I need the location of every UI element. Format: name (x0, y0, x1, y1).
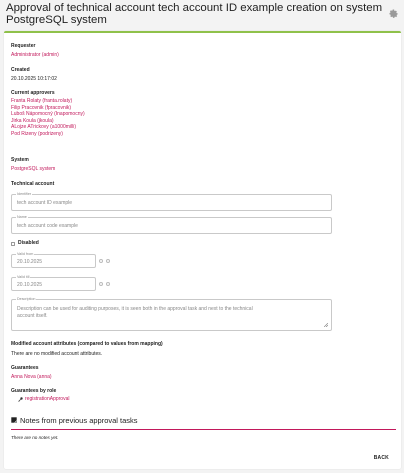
header: Approval of technical account tech accou… (0, 0, 404, 30)
guarantees-by-role-label: Guarantees by role (11, 388, 57, 394)
page-title: Approval of technical account tech accou… (6, 2, 386, 26)
valid-from-label: Valid from (16, 252, 35, 257)
page-title-line-1: Approval of technical account tech accou… (6, 2, 383, 14)
created-value: 20.10.2025 10:17:02 (11, 76, 57, 82)
approver-link[interactable]: Pod Rizeny (podrizeny) (11, 131, 85, 138)
clear-date-icon[interactable] (99, 259, 103, 263)
notes-title: Notes from previous approval tasks (20, 416, 138, 425)
approver-link[interactable]: Jirka Koula (jkoula) (11, 118, 85, 125)
back-button[interactable]: BACK (374, 455, 389, 461)
requester-label: Requester (11, 43, 36, 49)
approver-link[interactable]: Filip Pracovnik (fpracovnik) (11, 105, 85, 112)
valid-till-label: Valid till (16, 275, 31, 280)
gear-icon[interactable] (389, 9, 399, 19)
guarantee-link[interactable]: Anna Nova (anna) (11, 374, 52, 380)
created-label: Created (11, 67, 30, 73)
approval-card: Requester Administrator (admin) Created … (4, 31, 401, 469)
description-label: Description (16, 297, 37, 302)
modified-value: There are no modified account attributes… (11, 351, 103, 357)
disabled-label: Disabled (18, 240, 39, 246)
description-value: Description can be used for auditing pur… (17, 306, 329, 320)
valid-from-value: 20.10.2025 (17, 259, 43, 265)
name-field[interactable]: Name tech account code example (11, 215, 332, 234)
clear-date-icon[interactable] (99, 282, 103, 286)
approver-link[interactable]: Luboš Nápomocný (Inapomocny) (11, 111, 85, 118)
calendar-icon[interactable] (106, 282, 110, 286)
role-link[interactable]: registrationApproval (25, 396, 69, 402)
valid-till-value: 20.10.2025 (17, 282, 43, 288)
guarantees-label: Guarantees (11, 365, 39, 371)
identifier-field[interactable]: Identifier tech account ID example (11, 192, 332, 211)
valid-from-field[interactable]: Valid from 20.10.2025 (11, 252, 96, 268)
description-line: Description can be used for auditing pur… (17, 306, 253, 312)
resize-handle-icon[interactable] (324, 323, 328, 327)
notes-divider (11, 429, 396, 430)
name-label: Name (16, 215, 28, 220)
approver-link[interactable]: Franta Rolaty (franta.rolaty) (11, 98, 85, 105)
identifier-label: Identifier (16, 192, 33, 197)
description-field[interactable]: Description Description can be used for … (11, 297, 332, 331)
approver-link[interactable]: ALojze ATrickovy (a1000milli) (11, 124, 85, 131)
notes-icon (11, 417, 17, 423)
approvers-label: Current approvers (11, 90, 55, 96)
disabled-checkbox[interactable] (11, 242, 15, 246)
technical-account-label: Technical account (11, 181, 55, 187)
system-label: System (11, 157, 29, 163)
name-value: tech account code example (17, 223, 78, 229)
approvers-list: Franta Rolaty (franta.rolaty) Filip Prac… (11, 98, 85, 138)
notes-empty: There are no notes yet. (11, 435, 59, 440)
description-line: account itself. (17, 313, 48, 319)
key-icon (18, 397, 23, 402)
valid-till-field[interactable]: Valid till 20.10.2025 (11, 275, 96, 291)
identifier-value: tech account ID example (17, 200, 73, 206)
requester-link[interactable]: Administrator (admin) (11, 52, 59, 58)
system-link[interactable]: PostgreSQL system (11, 166, 55, 172)
page-title-line-2: PostgreSQL system (6, 13, 107, 26)
calendar-icon[interactable] (106, 259, 110, 263)
modified-label: Modified account attributes (compared to… (11, 341, 163, 347)
